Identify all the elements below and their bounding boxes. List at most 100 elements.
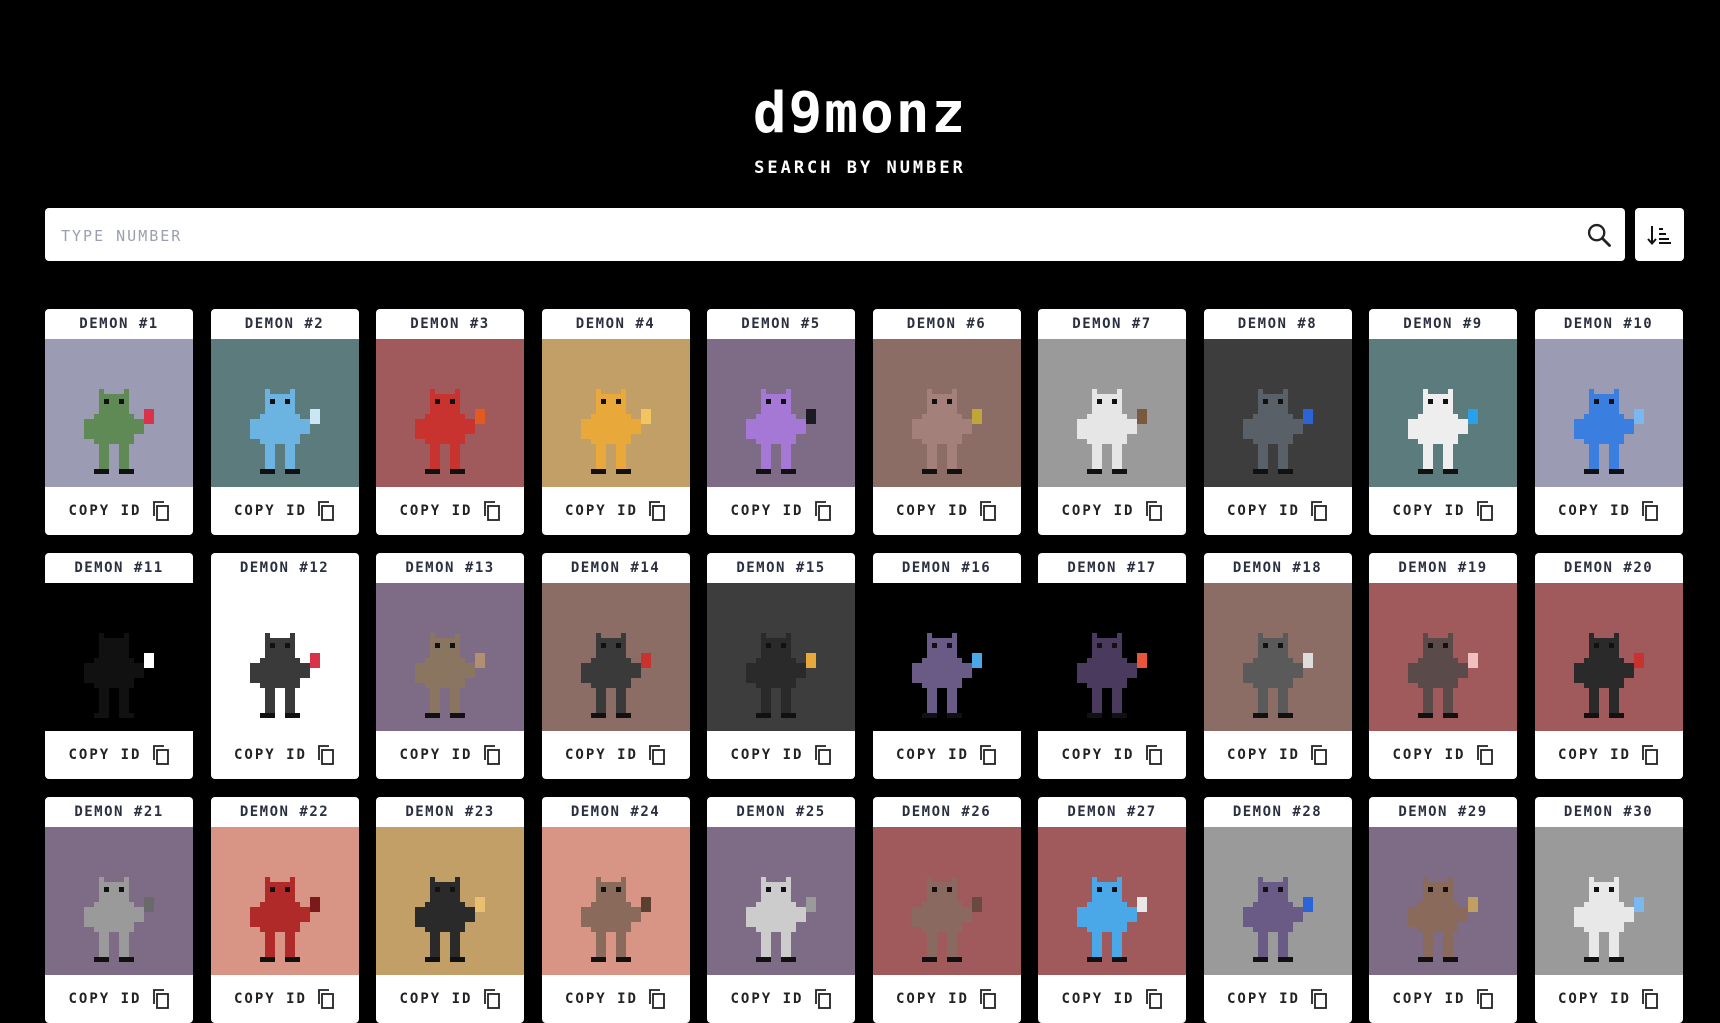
demon-sprite xyxy=(1242,389,1313,474)
copy-icon xyxy=(483,989,500,1009)
demon-card[interactable]: DEMON #20 COPY ID xyxy=(1534,553,1683,779)
demon-card[interactable]: DEMON #29 COPY ID xyxy=(1369,797,1517,1023)
copy-id-button[interactable]: COPY ID xyxy=(1038,731,1186,779)
demon-sprite xyxy=(746,633,816,718)
copy-id-button[interactable]: COPY ID xyxy=(45,975,193,1023)
demon-sprite xyxy=(249,633,320,718)
copy-id-button[interactable]: COPY ID xyxy=(1369,975,1517,1023)
copy-id-button[interactable]: COPY ID xyxy=(45,731,193,779)
copy-id-button[interactable]: COPY ID xyxy=(542,487,690,535)
demon-card[interactable]: DEMON #19 COPY ID xyxy=(1369,553,1517,779)
copy-id-button[interactable]: COPY ID xyxy=(211,487,359,535)
demon-card-title: DEMON #6 xyxy=(906,316,987,332)
demon-image xyxy=(45,583,193,731)
copy-id-label: COPY ID xyxy=(1226,503,1300,519)
demon-sprite xyxy=(84,877,154,962)
demon-card[interactable]: DEMON #16 COPY ID xyxy=(872,553,1021,779)
demon-card[interactable]: DEMON #22 COPY ID xyxy=(210,797,359,1023)
copy-id-label: COPY ID xyxy=(730,503,804,519)
demon-image xyxy=(210,339,359,487)
demon-image xyxy=(1534,827,1683,975)
copy-id-button[interactable]: COPY ID xyxy=(1369,731,1517,779)
demon-card[interactable]: DEMON #12 COPY ID xyxy=(210,553,359,779)
copy-id-label: COPY ID xyxy=(564,991,638,1007)
demon-card[interactable]: DEMON #7 COPY ID xyxy=(1038,309,1186,535)
copy-id-button[interactable]: COPY ID xyxy=(376,975,524,1023)
demon-card[interactable]: DEMON #24 COPY ID xyxy=(541,797,690,1023)
copy-id-button[interactable]: COPY ID xyxy=(1535,487,1683,535)
demon-card[interactable]: DEMON #8 COPY ID xyxy=(1203,309,1352,535)
demon-image xyxy=(872,827,1021,975)
copy-id-button[interactable]: COPY ID xyxy=(707,731,855,779)
page-header: d9monz SEARCH BY NUMBER xyxy=(0,0,1720,179)
demon-card[interactable]: DEMON #30 COPY ID xyxy=(1534,797,1683,1023)
demon-card-title: DEMON #16 xyxy=(901,560,992,576)
copy-id-button[interactable]: COPY ID xyxy=(707,975,855,1023)
copy-icon xyxy=(814,501,831,521)
demon-sprite xyxy=(415,877,485,962)
demon-card[interactable]: DEMON #4 COPY ID xyxy=(541,309,690,535)
copy-id-button[interactable]: COPY ID xyxy=(45,487,193,535)
search-row xyxy=(45,208,1684,263)
demon-card[interactable]: DEMON #21 COPY ID xyxy=(45,797,193,1023)
demon-card-title: DEMON #10 xyxy=(1563,316,1654,332)
demon-image xyxy=(1369,827,1517,975)
demon-card[interactable]: DEMON #27 COPY ID xyxy=(1038,797,1186,1023)
demon-card-title: DEMON #2 xyxy=(244,316,325,332)
demon-card[interactable]: DEMON #5 COPY ID xyxy=(707,309,855,535)
demon-card[interactable]: DEMON #15 COPY ID xyxy=(707,553,855,779)
demon-image xyxy=(1534,583,1683,731)
copy-id-button[interactable]: COPY ID xyxy=(873,731,1021,779)
demon-image xyxy=(541,583,690,731)
demon-card-title: DEMON #15 xyxy=(736,560,826,576)
demon-card[interactable]: DEMON #1 COPY ID xyxy=(45,309,193,535)
search-icon[interactable] xyxy=(1585,221,1613,249)
demon-card[interactable]: DEMON #13 COPY ID xyxy=(376,553,524,779)
search-input[interactable] xyxy=(59,208,1563,263)
copy-id-button[interactable]: COPY ID xyxy=(1038,975,1186,1023)
copy-id-button[interactable]: COPY ID xyxy=(1204,975,1352,1023)
copy-id-button[interactable]: COPY ID xyxy=(873,975,1021,1023)
copy-id-button[interactable]: COPY ID xyxy=(1535,975,1683,1023)
demon-card[interactable]: DEMON #9 COPY ID xyxy=(1369,309,1517,535)
demon-image xyxy=(1038,583,1186,731)
demon-card[interactable]: DEMON #14 COPY ID xyxy=(541,553,690,779)
demon-card[interactable]: DEMON #10 COPY ID xyxy=(1534,309,1683,535)
demon-card[interactable]: DEMON #3 COPY ID xyxy=(376,309,524,535)
copy-id-button[interactable]: COPY ID xyxy=(211,731,359,779)
demon-card-title: DEMON #12 xyxy=(239,560,330,576)
copy-id-button[interactable]: COPY ID xyxy=(1535,731,1683,779)
copy-id-button[interactable]: COPY ID xyxy=(1369,487,1517,535)
demon-image xyxy=(707,339,855,487)
demon-card-title: DEMON #21 xyxy=(74,804,164,820)
demon-card[interactable]: DEMON #18 COPY ID xyxy=(1203,553,1352,779)
demon-card[interactable]: DEMON #11 COPY ID xyxy=(45,553,193,779)
copy-icon xyxy=(649,501,665,521)
copy-id-button[interactable]: COPY ID xyxy=(1038,487,1186,535)
copy-id-button[interactable]: COPY ID xyxy=(211,975,359,1023)
copy-id-button[interactable]: COPY ID xyxy=(376,487,524,535)
copy-id-button[interactable]: COPY ID xyxy=(1204,731,1352,779)
demon-sprite xyxy=(1242,633,1313,718)
demon-card-title: DEMON #4 xyxy=(575,316,656,332)
sort-button[interactable] xyxy=(1635,208,1684,261)
copy-id-button[interactable]: COPY ID xyxy=(542,731,690,779)
demon-card[interactable]: DEMON #25 COPY ID xyxy=(707,797,855,1023)
demon-card[interactable]: DEMON #23 COPY ID xyxy=(376,797,524,1023)
demon-card[interactable]: DEMON #2 COPY ID xyxy=(210,309,359,535)
copy-icon xyxy=(980,501,996,521)
demon-card[interactable]: DEMON #6 COPY ID xyxy=(872,309,1021,535)
copy-id-button[interactable]: COPY ID xyxy=(873,487,1021,535)
demon-image xyxy=(45,339,193,487)
page-subtitle: SEARCH BY NUMBER xyxy=(754,158,966,178)
demon-card[interactable]: DEMON #17 COPY ID xyxy=(1038,553,1186,779)
copy-id-button[interactable]: COPY ID xyxy=(376,731,524,779)
copy-icon xyxy=(1311,989,1327,1009)
demon-card[interactable]: DEMON #28 COPY ID xyxy=(1203,797,1352,1023)
copy-id-button[interactable]: COPY ID xyxy=(1204,487,1352,535)
copy-id-button[interactable]: COPY ID xyxy=(707,487,855,535)
copy-id-button[interactable]: COPY ID xyxy=(542,975,690,1023)
demon-card[interactable]: DEMON #26 COPY ID xyxy=(872,797,1021,1023)
demon-card-title: DEMON #23 xyxy=(405,804,495,820)
demon-sprite xyxy=(1077,389,1147,474)
